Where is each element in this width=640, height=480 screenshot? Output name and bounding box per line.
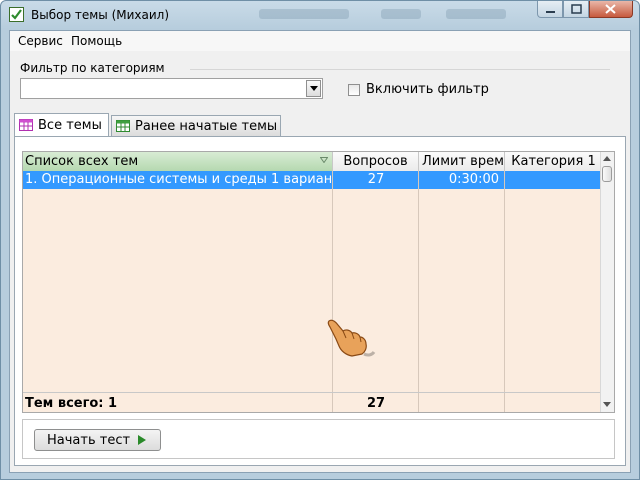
hand-pointer-cursor-icon [327, 319, 376, 357]
footer-divider [504, 393, 505, 412]
maximize-button[interactable] [563, 1, 589, 18]
enable-filter-checkbox[interactable] [348, 83, 360, 96]
table-row[interactable]: 1. Операционные системы и среды 1 вариан… [23, 171, 603, 189]
enable-filter-label: Включить фильтр [366, 82, 489, 97]
window-title: Выбор темы (Михаил) [31, 8, 170, 22]
grid-vertical-scrollbar[interactable] [600, 152, 614, 412]
grid-footer: Тем всего: 1 27 [23, 392, 603, 412]
cell-topic: 1. Операционные системы и среды 1 вариан… [25, 172, 331, 187]
column-header-topic-label: Список всех тем [25, 154, 139, 169]
start-test-button[interactable]: Начать тест [34, 429, 161, 451]
tab-all-topics-label: Все темы [38, 117, 102, 133]
cell-questions: 27 [367, 172, 385, 187]
table-magenta-icon [19, 119, 33, 131]
minimize-icon [546, 11, 555, 13]
cell-time-limit: 0:30:00 [448, 172, 499, 187]
menu-bar: Сервис Помощь [10, 31, 630, 51]
tab-panel-all-topics: Список всех тем Вопросов Лимит време Кат… [14, 136, 626, 466]
column-divider [504, 171, 505, 394]
tab-started-topics-label: Ранее начатые темы [135, 118, 278, 134]
title-bar-blur [259, 9, 349, 19]
scrollbar-thumb[interactable] [602, 166, 612, 182]
chevron-down-icon [310, 86, 318, 91]
client-area: Сервис Помощь Фильтр по категориям Включ… [9, 30, 631, 473]
tab-started-topics[interactable]: Ранее начатые темы [111, 115, 281, 136]
filter-group-divider [190, 69, 610, 70]
column-divider [332, 171, 333, 394]
title-bar-blur [381, 9, 421, 19]
title-bar-blur [446, 9, 506, 19]
title-bar[interactable]: Выбор темы (Михаил) [1, 1, 639, 29]
maximize-icon [571, 4, 582, 14]
app-checkmark-icon [9, 7, 24, 22]
footer-divider [332, 393, 333, 412]
topics-grid[interactable]: Список всех тем Вопросов Лимит време Кат… [22, 151, 615, 413]
footer-topics-total: Тем всего: 1 [25, 396, 118, 411]
tab-all-topics[interactable]: Все темы [14, 113, 109, 136]
menu-service[interactable]: Сервис [18, 34, 63, 48]
grid-header: Список всех тем Вопросов Лимит време Кат… [23, 152, 603, 172]
footer-divider [418, 393, 419, 412]
enable-filter-control[interactable]: Включить фильтр [348, 82, 489, 97]
column-header-questions[interactable]: Вопросов [333, 152, 419, 171]
menu-help[interactable]: Помощь [71, 34, 122, 48]
column-divider [418, 171, 419, 394]
column-header-time-limit[interactable]: Лимит време [419, 152, 505, 171]
app-window: Выбор темы (Михаил) Сервис Помощь Фильтр… [0, 0, 640, 480]
scroll-up-icon[interactable] [603, 156, 611, 161]
close-icon [605, 4, 616, 14]
close-button[interactable] [589, 1, 633, 18]
scroll-down-icon[interactable] [603, 402, 611, 407]
cell-category [505, 171, 603, 189]
column-header-category[interactable]: Категория 1 [505, 152, 603, 171]
caption-buttons [537, 1, 633, 19]
category-filter-combo[interactable] [20, 78, 323, 99]
filter-group-label: Фильтр по категориям [20, 61, 165, 75]
minimize-button[interactable] [537, 1, 563, 18]
table-green-icon [116, 120, 130, 132]
footer-questions-total: 27 [366, 396, 386, 411]
start-test-label: Начать тест [47, 432, 131, 448]
combo-dropdown-button[interactable] [306, 80, 321, 97]
play-arrow-icon [138, 435, 147, 445]
sort-descending-icon [320, 157, 328, 163]
column-header-topic[interactable]: Список всех тем [23, 152, 333, 171]
actions-box: Начать тест [22, 419, 615, 459]
